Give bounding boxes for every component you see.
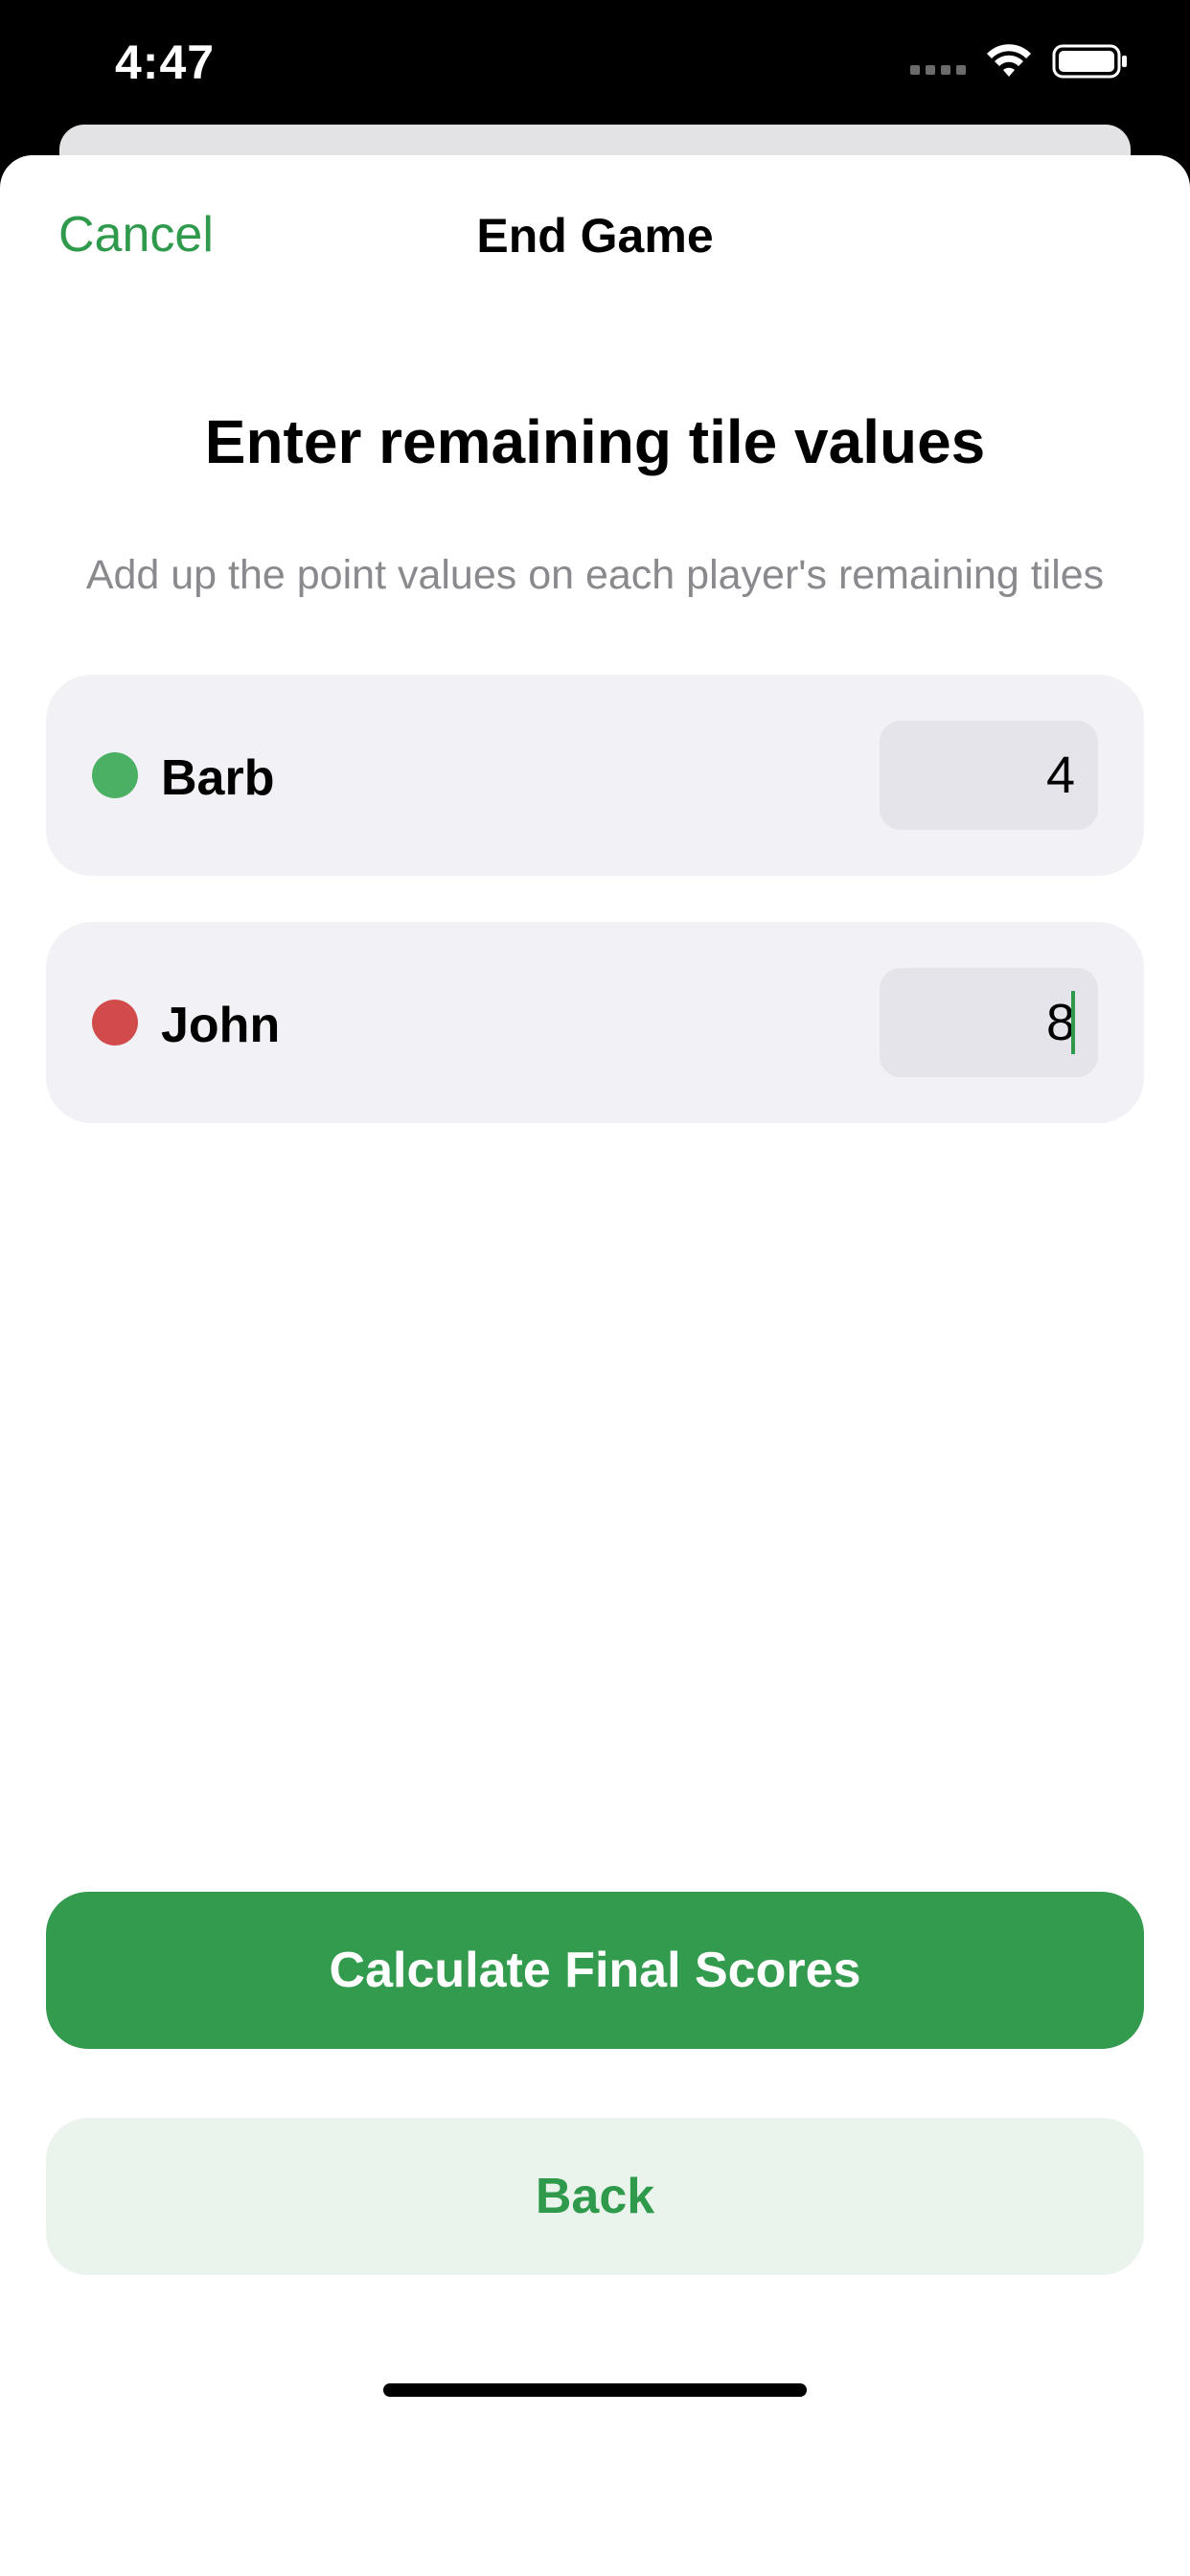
status-icons [910,42,1129,80]
tile-value-input-john[interactable] [880,968,1098,1077]
status-time: 4:47 [115,35,216,89]
player-color-dot [92,1000,138,1046]
status-bar: 4:47 [0,0,1190,134]
player-name: John [161,998,281,1053]
navigation-bar: Cancel End Game [0,155,1190,309]
home-indicator [383,2383,807,2397]
text-caret [1071,991,1075,1054]
nav-title: End Game [476,209,714,263]
player-name: Barb [161,750,275,806]
player-color-dot [92,752,138,798]
page-subtitle: Add up the point values on each player's… [85,552,1105,598]
page-title: Enter remaining tile values [204,407,986,476]
cellular-dots-icon [910,65,966,75]
back-button[interactable]: Back [46,2118,1144,2275]
player-row-john: John [46,922,1144,1123]
battery-icon [1052,44,1127,79]
player-row-barb: Barb [46,675,1144,876]
tile-value-input-barb[interactable] [880,721,1098,830]
wifi-icon [987,44,1031,77]
calculate-final-scores-button[interactable]: Calculate Final Scores [46,1892,1144,2049]
